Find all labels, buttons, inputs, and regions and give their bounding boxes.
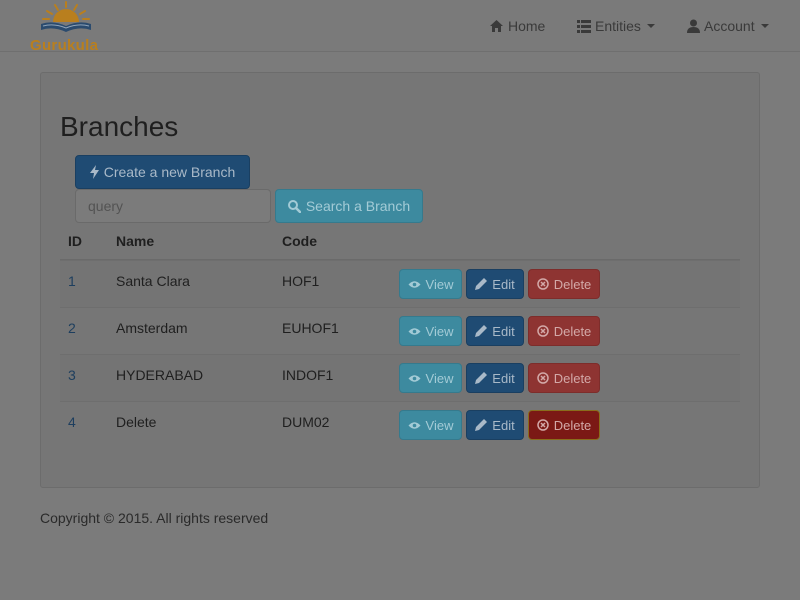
navbar: Gurukula Home Entities Account <box>0 0 800 54</box>
remove-circle-icon <box>536 419 549 431</box>
eye-icon <box>408 280 421 289</box>
nav-account-dropdown[interactable]: Account <box>687 0 769 52</box>
row-name: Santa Clara <box>116 273 190 289</box>
search-icon <box>287 199 301 213</box>
view-label: View <box>425 370 454 386</box>
view-label: View <box>425 276 454 292</box>
delete-label: Delete <box>553 276 592 292</box>
search-input[interactable] <box>75 189 271 223</box>
edit-label: Edit <box>492 276 515 292</box>
row-id-link[interactable]: 2 <box>68 320 76 336</box>
nav-account-label: Account <box>704 18 755 34</box>
row-code: HOF1 <box>282 273 320 289</box>
edit-label: Edit <box>492 323 515 339</box>
delete-button[interactable]: Delete <box>528 316 600 346</box>
nav-home[interactable]: Home <box>489 0 545 52</box>
edit-button[interactable]: Edit <box>466 316 524 346</box>
create-branch-button[interactable]: Create a new Branch <box>75 155 250 189</box>
bolt-icon <box>89 165 99 179</box>
nav-home-label: Home <box>508 18 546 34</box>
chevron-down-icon <box>646 24 655 28</box>
row-name: Amsterdam <box>116 320 188 336</box>
delete-label: Delete <box>553 417 592 433</box>
view-button[interactable]: View <box>399 269 462 299</box>
row-name: Delete <box>116 414 157 430</box>
delete-button[interactable]: Delete <box>528 363 600 393</box>
row-id-link[interactable]: 1 <box>68 273 76 289</box>
edit-label: Edit <box>492 417 515 433</box>
page-title: Branches <box>60 111 179 142</box>
edit-button[interactable]: Edit <box>466 363 524 393</box>
delete-button[interactable]: Delete <box>528 410 600 440</box>
eye-icon <box>408 327 421 336</box>
row-id-link[interactable]: 4 <box>68 414 76 430</box>
edit-button[interactable]: Edit <box>466 269 524 299</box>
view-label: View <box>425 417 454 433</box>
create-branch-label: Create a new Branch <box>103 164 236 180</box>
view-button[interactable]: View <box>399 410 462 440</box>
user-icon <box>687 19 700 33</box>
chevron-down-icon <box>760 24 769 28</box>
row-code: INDOF1 <box>282 367 334 383</box>
pencil-icon <box>475 278 488 290</box>
view-button[interactable]: View <box>399 316 462 346</box>
row-code: EUHOF1 <box>282 320 339 336</box>
brand-name: Gurukula <box>30 37 99 54</box>
search-branch-label: Search a Branch <box>305 198 411 214</box>
home-icon <box>489 19 504 33</box>
remove-circle-icon <box>536 372 549 384</box>
pencil-icon <box>475 372 488 384</box>
row-id-link[interactable]: 3 <box>68 367 76 383</box>
row-code: DUM02 <box>282 414 330 430</box>
footer-copyright: Copyright © 2015. All rights reserved <box>40 510 269 526</box>
view-button[interactable]: View <box>399 363 462 393</box>
sun-book-logo-icon <box>41 1 91 32</box>
delete-label: Delete <box>553 323 592 339</box>
eye-icon <box>408 421 421 430</box>
list-icon <box>577 19 591 33</box>
pencil-icon <box>475 325 488 337</box>
delete-label: Delete <box>553 370 592 386</box>
pencil-icon <box>475 419 488 431</box>
edit-label: Edit <box>492 370 515 386</box>
column-header-id[interactable]: ID <box>68 233 82 249</box>
column-header-code[interactable]: Code <box>282 233 317 249</box>
row-name: HYDERABAD <box>116 367 204 383</box>
brand-logo[interactable]: Gurukula <box>28 0 108 54</box>
edit-button[interactable]: Edit <box>466 410 524 440</box>
delete-button[interactable]: Delete <box>528 269 600 299</box>
remove-circle-icon <box>536 278 549 290</box>
search-branch-button[interactable]: Search a Branch <box>275 189 423 223</box>
nav-entities-dropdown[interactable]: Entities <box>577 0 655 52</box>
view-label: View <box>425 323 454 339</box>
eye-icon <box>408 374 421 383</box>
nav-entities-label: Entities <box>595 18 641 34</box>
remove-circle-icon <box>536 325 549 337</box>
column-header-name[interactable]: Name <box>116 233 154 249</box>
